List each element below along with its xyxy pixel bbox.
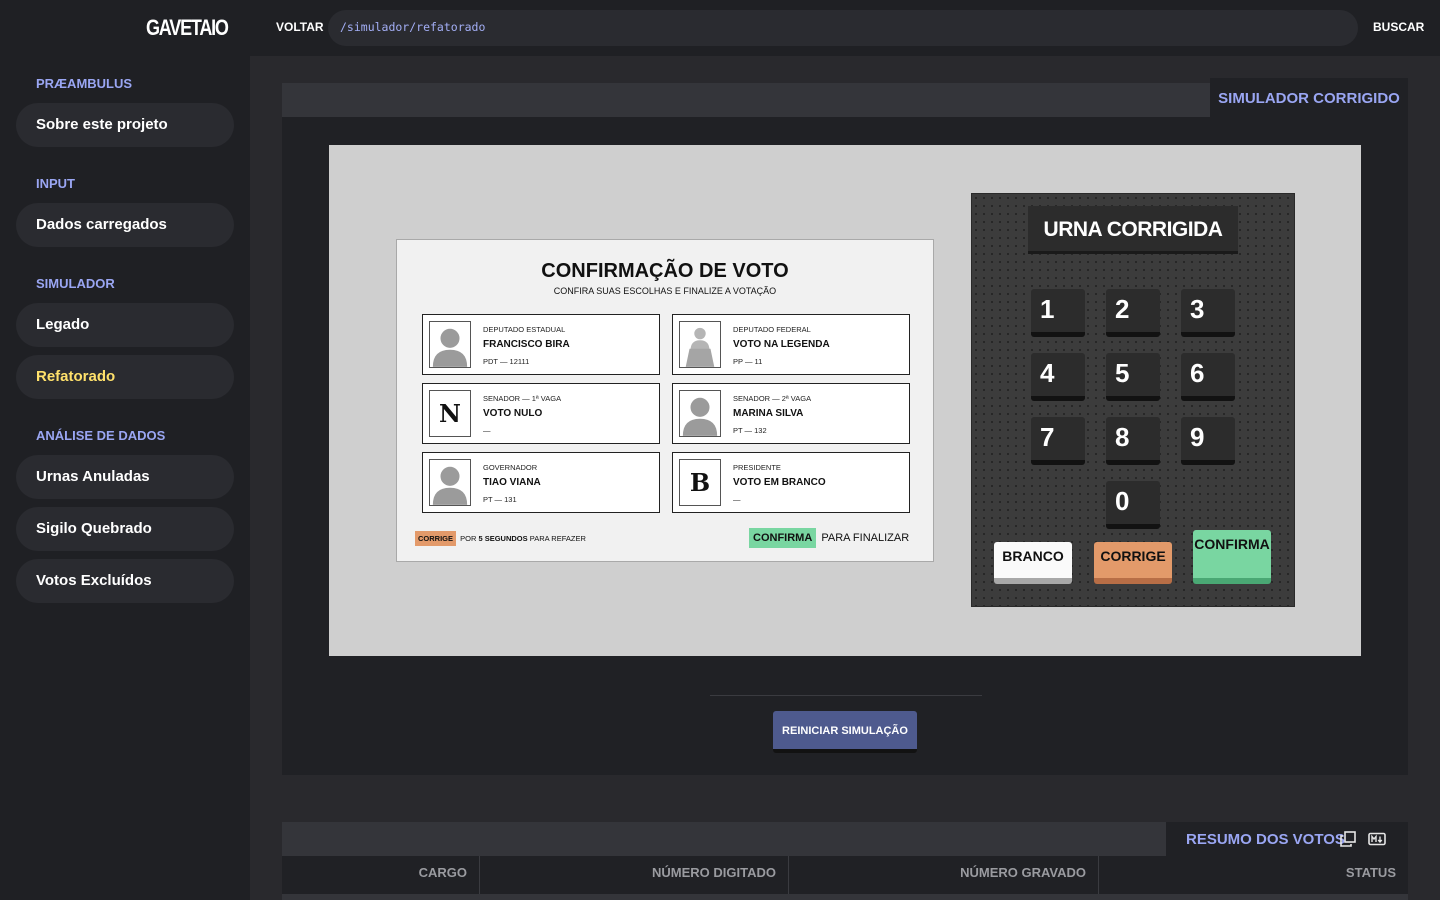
card-detail: — bbox=[483, 426, 491, 435]
card-role: GOVERNADOR bbox=[483, 463, 538, 472]
key-6[interactable]: 6 bbox=[1181, 353, 1235, 401]
column-header-numero-gravado[interactable]: NÚMERO GRAVADO bbox=[789, 856, 1099, 894]
path-text: /simulador/refatorado bbox=[340, 20, 486, 34]
vote-card-presidente: B PRESIDENTE VOTO EM BRANCO — bbox=[672, 452, 910, 513]
corrige-hint: CORRIGE POR 5 SEGUNDOS PARA REFAZER bbox=[415, 531, 586, 546]
key-1[interactable]: 1 bbox=[1031, 289, 1085, 337]
hint-text: POR bbox=[460, 534, 477, 543]
vote-card-senador-2: SENADOR — 2ª VAGA MARINA SILVA PT — 132 bbox=[672, 383, 910, 444]
vote-card-senador-1: N SENADOR — 1ª VAGA VOTO NULO — bbox=[422, 383, 660, 444]
card-role: SENADOR — 2ª VAGA bbox=[733, 394, 812, 403]
copy-icon[interactable] bbox=[1340, 831, 1356, 847]
summary-table-header: CARGO NÚMERO DIGITADO NÚMERO GRAVADO STA… bbox=[282, 856, 1408, 894]
card-detail: PP — 11 bbox=[733, 357, 763, 366]
card-name: VOTO NULO bbox=[483, 408, 543, 419]
vote-card-governador: GOVERNADOR TIAO VIANA PT — 131 bbox=[422, 452, 660, 513]
card-name: VOTO NA LEGENDA bbox=[733, 339, 830, 350]
section-title-simulador: SIMULADOR bbox=[36, 276, 115, 291]
divider bbox=[710, 695, 982, 696]
card-role: DEPUTADO ESTADUAL bbox=[483, 325, 566, 334]
voting-machine: URNA CORRIGIDA 1 2 3 4 5 6 7 8 9 0 BRANC… bbox=[971, 193, 1295, 607]
restart-simulation-button[interactable]: REINICIAR SIMULAÇÃO bbox=[773, 711, 917, 753]
section-title-praeambulus: PRÆAMBULUS bbox=[36, 76, 133, 91]
key-7[interactable]: 7 bbox=[1031, 417, 1085, 465]
top-bar: GAVETAIO VOLTAR /simulador/refatorado BU… bbox=[0, 0, 1440, 56]
sidebar-item-legado[interactable]: Legado bbox=[16, 303, 234, 347]
blank-vote-icon: B bbox=[679, 459, 721, 506]
card-name: VOTO EM BRANCO bbox=[733, 477, 826, 488]
card-role: DEPUTADO FEDERAL bbox=[733, 325, 811, 334]
card-name: TIAO VIANA bbox=[483, 477, 541, 488]
logo[interactable]: GAVETAIO bbox=[146, 15, 229, 41]
column-header-status[interactable]: STATUS bbox=[1099, 856, 1408, 894]
sidebar-item-sobre[interactable]: Sobre este projeto bbox=[16, 103, 234, 147]
card-detail: — bbox=[733, 495, 741, 504]
markdown-icon[interactable] bbox=[1368, 832, 1386, 846]
search-link[interactable]: BUSCAR bbox=[1373, 20, 1424, 34]
corrige-tag: CORRIGE bbox=[415, 531, 457, 546]
sidebar-item-dados[interactable]: Dados carregados bbox=[16, 203, 234, 247]
confirma-tag: CONFIRMA bbox=[749, 528, 817, 548]
screen-title: CONFIRMAÇÃO DE VOTO bbox=[541, 260, 789, 282]
corrige-button[interactable]: CORRIGE bbox=[1094, 542, 1172, 584]
person-icon bbox=[679, 390, 721, 437]
vote-card-deputado-estadual: DEPUTADO ESTADUAL FRANCISCO BIRA PDT — 1… bbox=[422, 314, 660, 375]
card-detail: PT — 132 bbox=[733, 426, 767, 435]
simulator-stage: CONFIRMAÇÃO DE VOTO CONFIRA SUAS ESCOLHA… bbox=[329, 145, 1361, 656]
key-2[interactable]: 2 bbox=[1106, 289, 1160, 337]
summary-panel: RESUMO DOS VOTOS CARGO NÚMERO DIGITADO N… bbox=[282, 822, 1408, 900]
section-title-input: INPUT bbox=[36, 176, 75, 191]
key-0[interactable]: 0 bbox=[1106, 481, 1160, 529]
panel-header bbox=[282, 822, 1166, 856]
key-3[interactable]: 3 bbox=[1181, 289, 1235, 337]
path-bar[interactable]: /simulador/refatorado bbox=[328, 10, 1358, 46]
card-name: MARINA SILVA bbox=[733, 408, 804, 419]
back-link[interactable]: VOLTAR bbox=[276, 20, 324, 34]
card-detail: PDT — 12111 bbox=[483, 357, 530, 366]
table-row bbox=[282, 894, 1408, 900]
podium-icon bbox=[679, 321, 721, 368]
sidebar: PRÆAMBULUS Sobre este projeto INPUT Dado… bbox=[0, 56, 250, 900]
section-title-analise: ANÁLISE DE DADOS bbox=[36, 428, 166, 443]
panel-header bbox=[282, 83, 1210, 117]
column-header-cargo[interactable]: CARGO bbox=[282, 856, 480, 894]
null-vote-icon: N bbox=[429, 390, 471, 437]
card-role: SENADOR — 1ª VAGA bbox=[483, 394, 562, 403]
key-9[interactable]: 9 bbox=[1181, 417, 1235, 465]
key-8[interactable]: 8 bbox=[1106, 417, 1160, 465]
vote-card-deputado-federal: DEPUTADO FEDERAL VOTO NA LEGENDA PP — 11 bbox=[672, 314, 910, 375]
card-role: PRESIDENTE bbox=[733, 463, 781, 472]
main-content: SIMULADOR CORRIGIDO CONFIRMAÇÃO DE VOTO … bbox=[250, 56, 1440, 900]
key-4[interactable]: 4 bbox=[1031, 353, 1085, 401]
column-header-numero-digitado[interactable]: NÚMERO DIGITADO bbox=[480, 856, 789, 894]
person-icon bbox=[429, 321, 471, 368]
card-name: FRANCISCO BIRA bbox=[483, 339, 570, 350]
confirmation-screen: CONFIRMAÇÃO DE VOTO CONFIRA SUAS ESCOLHA… bbox=[396, 239, 934, 562]
sidebar-item-sigilo-quebrado[interactable]: Sigilo Quebrado bbox=[16, 507, 234, 551]
confirma-hint: CONFIRMA PARA FINALIZAR bbox=[749, 528, 909, 548]
hint-emphasis: 5 SEGUNDOS bbox=[478, 534, 528, 543]
branco-button[interactable]: BRANCO bbox=[994, 542, 1072, 584]
machine-label: URNA CORRIGIDA bbox=[1028, 206, 1238, 254]
person-icon bbox=[429, 459, 471, 506]
card-detail: PT — 131 bbox=[483, 495, 517, 504]
tab-simulador-corrigido[interactable]: SIMULADOR CORRIGIDO bbox=[1210, 78, 1408, 117]
key-5[interactable]: 5 bbox=[1106, 353, 1160, 401]
sidebar-item-urnas-anuladas[interactable]: Urnas Anuladas bbox=[16, 455, 234, 499]
hint-text: PARA FINALIZAR bbox=[821, 532, 910, 544]
hint-text: PARA REFAZER bbox=[529, 534, 586, 543]
screen-subtitle: CONFIRA SUAS ESCOLHAS E FINALIZE A VOTAÇ… bbox=[553, 286, 777, 296]
sidebar-item-refatorado[interactable]: Refatorado bbox=[16, 355, 234, 399]
confirma-button[interactable]: CONFIRMA bbox=[1193, 530, 1271, 584]
simulator-panel: SIMULADOR CORRIGIDO CONFIRMAÇÃO DE VOTO … bbox=[282, 78, 1408, 775]
tab-resumo-dos-votos[interactable]: RESUMO DOS VOTOS bbox=[1186, 831, 1345, 848]
sidebar-item-votos-excluidos[interactable]: Votos Excluídos bbox=[16, 559, 234, 603]
